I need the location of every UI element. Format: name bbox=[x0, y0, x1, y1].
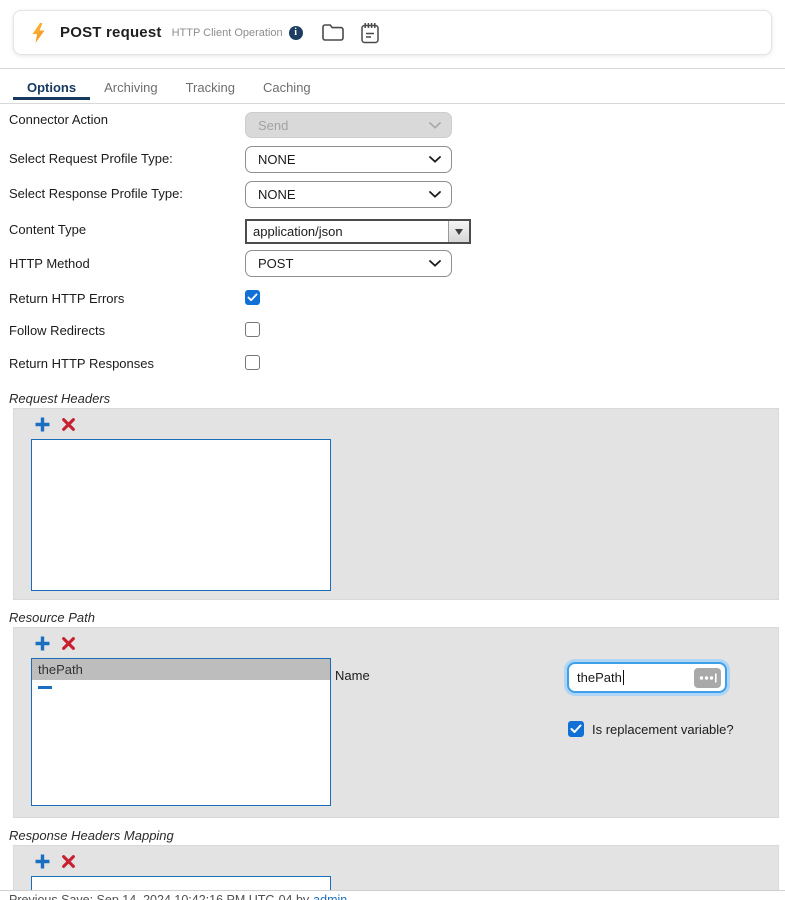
connector-action-select: Send bbox=[245, 112, 452, 138]
http-method-select[interactable]: POST bbox=[245, 250, 452, 277]
response-headers-mapping-listbox[interactable] bbox=[31, 876, 331, 890]
request-headers-title: Request Headers bbox=[9, 391, 111, 406]
request-profile-value: NONE bbox=[258, 152, 296, 167]
content-type-dropdown-button[interactable] bbox=[448, 221, 469, 242]
tab-archiving[interactable]: Archiving bbox=[90, 75, 171, 100]
list-item[interactable]: thePath bbox=[32, 659, 330, 680]
operation-editor: POST request HTTP Client Operation i Opt… bbox=[0, 0, 785, 900]
plus-icon[interactable] bbox=[35, 854, 50, 869]
connector-action-label: Connector Action bbox=[9, 112, 109, 127]
x-icon[interactable] bbox=[62, 637, 75, 650]
info-icon[interactable]: i bbox=[288, 25, 303, 40]
request-headers-panel bbox=[13, 408, 779, 600]
return-http-errors-checkbox[interactable] bbox=[245, 290, 260, 305]
chevron-down-icon bbox=[429, 191, 441, 198]
request-profile-select[interactable]: NONE bbox=[245, 146, 452, 173]
request-profile-label: Select Request Profile Type: bbox=[9, 151, 173, 166]
chevron-down-icon bbox=[429, 121, 441, 129]
request-headers-toolbar bbox=[35, 417, 75, 432]
response-profile-value: NONE bbox=[258, 187, 296, 202]
tab-caching[interactable]: Caching bbox=[249, 75, 325, 100]
tab-tracking[interactable]: Tracking bbox=[172, 75, 249, 100]
editor-footer: Previous Save: Sep 14, 2024 10:42:16 PM … bbox=[0, 890, 785, 900]
follow-redirects-checkbox[interactable] bbox=[245, 322, 260, 337]
lightning-icon bbox=[32, 22, 45, 43]
resource-path-title: Resource Path bbox=[9, 610, 95, 625]
component-title: POST request bbox=[60, 24, 162, 41]
editor-scroll-area[interactable]: POST request HTTP Client Operation i Opt… bbox=[0, 0, 785, 890]
tab-options[interactable]: Options bbox=[13, 75, 91, 100]
is-replacement-variable-checkbox[interactable] bbox=[568, 721, 584, 737]
resource-path-listbox[interactable]: thePath bbox=[31, 658, 331, 806]
name-input-value: thePath bbox=[577, 670, 622, 685]
response-headers-mapping-toolbar bbox=[35, 854, 75, 869]
ellipsis-icon[interactable] bbox=[694, 667, 721, 688]
text-caret bbox=[622, 670, 624, 685]
name-label: Name bbox=[335, 668, 370, 683]
request-headers-listbox[interactable] bbox=[31, 439, 331, 591]
folder-icon[interactable] bbox=[321, 23, 345, 42]
check-icon bbox=[247, 293, 258, 302]
http-method-label: HTTP Method bbox=[9, 256, 90, 271]
component-header: POST request HTTP Client Operation i bbox=[13, 10, 772, 55]
tab-divider bbox=[0, 103, 785, 104]
previous-save-text: Previous Save: Sep 14, 2024 10:42:16 PM … bbox=[9, 893, 310, 900]
header-divider bbox=[0, 68, 785, 69]
content-type-value[interactable]: application/json bbox=[247, 221, 448, 242]
is-replacement-variable-label: Is replacement variable? bbox=[592, 722, 734, 737]
response-profile-select[interactable]: NONE bbox=[245, 181, 452, 208]
check-icon bbox=[570, 724, 582, 733]
return-http-responses-checkbox[interactable] bbox=[245, 355, 260, 370]
plus-icon[interactable] bbox=[35, 636, 50, 651]
edit-indicator bbox=[38, 686, 52, 689]
name-input[interactable]: thePath bbox=[567, 662, 727, 693]
x-icon[interactable] bbox=[62, 418, 75, 431]
content-type-label: Content Type bbox=[9, 222, 87, 237]
response-headers-mapping-title: Response Headers Mapping bbox=[9, 828, 174, 843]
plus-icon[interactable] bbox=[35, 417, 50, 432]
return-http-errors-label: Return HTTP Errors bbox=[9, 291, 125, 306]
x-icon[interactable] bbox=[62, 855, 75, 868]
resource-path-toolbar bbox=[35, 636, 75, 651]
follow-redirects-label: Follow Redirects bbox=[9, 323, 106, 338]
chevron-down-icon bbox=[429, 156, 441, 163]
chevron-down-icon bbox=[429, 260, 441, 267]
content-type-combobox[interactable]: application/json bbox=[245, 219, 471, 244]
triangle-down-icon bbox=[455, 228, 463, 235]
notes-icon[interactable] bbox=[360, 22, 380, 44]
tab-bar: Options Archiving Tracking Caching bbox=[13, 75, 325, 100]
return-http-responses-label: Return HTTP Responses bbox=[9, 356, 154, 371]
component-type-label: HTTP Client Operation bbox=[171, 26, 283, 39]
http-method-value: POST bbox=[258, 256, 294, 271]
response-profile-label: Select Response Profile Type: bbox=[9, 186, 183, 201]
previous-save-user-link[interactable]: admin bbox=[313, 893, 347, 900]
response-headers-mapping-panel bbox=[13, 845, 779, 890]
previous-save-info: Previous Save: Sep 14, 2024 10:42:16 PM … bbox=[0, 891, 785, 900]
connector-action-value: Send bbox=[258, 117, 289, 133]
